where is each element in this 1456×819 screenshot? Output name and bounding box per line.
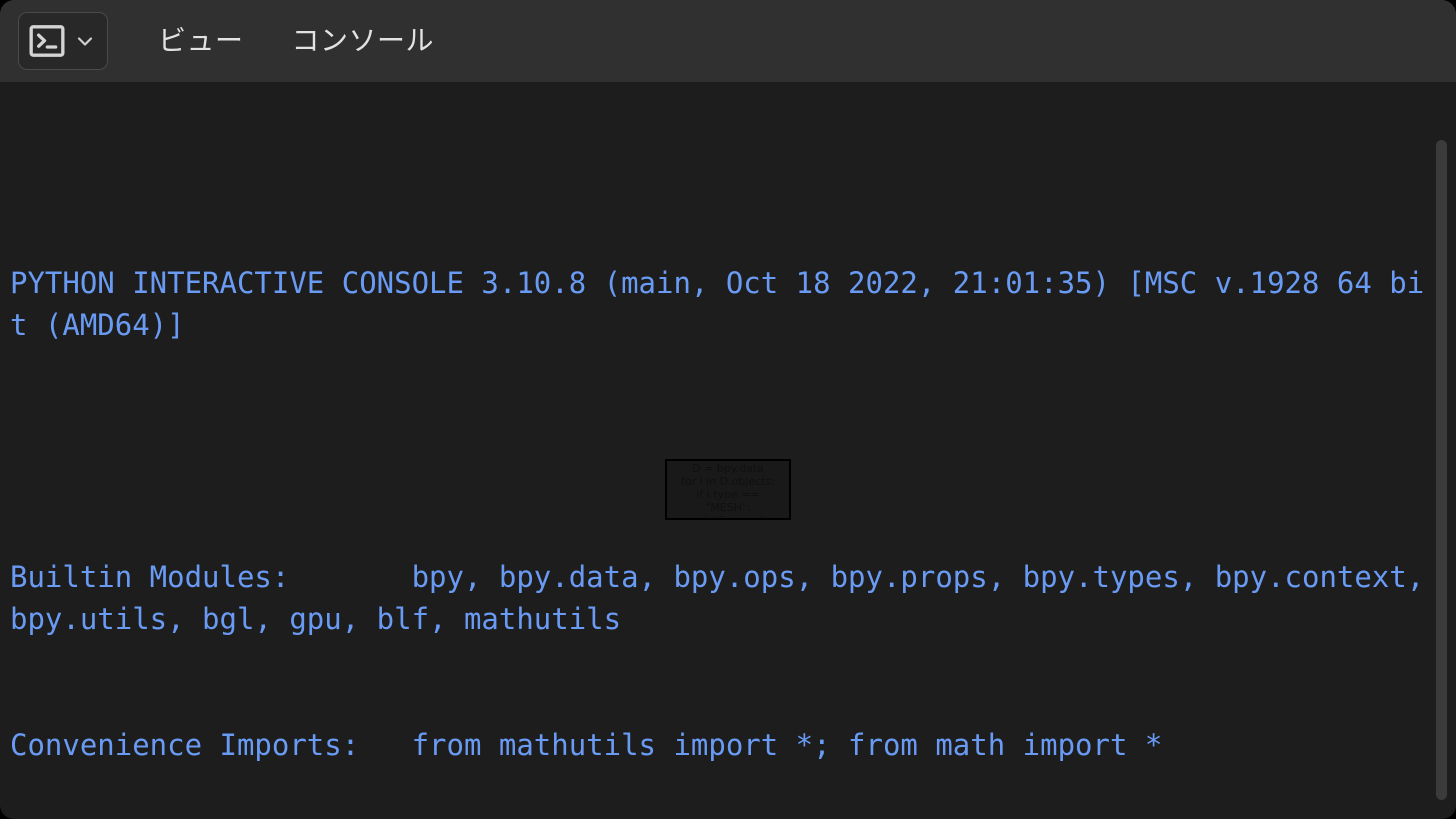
editor-header-bar: ビュー コンソール [0,0,1456,82]
editor-menu-bar: ビュー コンソール [152,21,440,61]
overlay-line: "MESH": [705,501,751,514]
console-text-content: PYTHON INTERACTIVE CONSOLE 3.10.8 (main,… [10,94,1434,819]
overlay-line: for i in D.objects: [681,475,775,488]
code-snippet-overlay: D = bpy.data for i in D.objects: if i.ty… [665,459,791,520]
console-banner-imports: Convenience Imports: from mathutils impo… [10,728,1163,762]
app-root: ビュー コンソール PYTHON INTERACTIVE CONSOLE 3.1… [0,0,1456,819]
vertical-scrollbar-thumb[interactable] [1436,140,1447,800]
vertical-scrollbar-track[interactable] [1436,82,1452,819]
menu-item-console[interactable]: コンソール [286,21,441,61]
console-banner-modules: Builtin Modules: bpy, bpy.data, bpy.ops,… [10,560,1442,636]
overlay-line: if i.type == [696,488,760,501]
console-editor-panel: ビュー コンソール PYTHON INTERACTIVE CONSOLE 3.1… [0,0,1456,819]
chevron-down-icon [73,29,97,53]
editor-type-selector[interactable] [18,12,108,70]
console-output-area[interactable]: PYTHON INTERACTIVE CONSOLE 3.10.8 (main,… [0,82,1456,819]
console-banner-version: PYTHON INTERACTIVE CONSOLE 3.10.8 (main,… [10,266,1425,342]
menu-item-view[interactable]: ビュー [152,21,250,61]
overlay-line: print(i.name) [667,514,789,518]
console-icon [27,21,67,61]
overlay-line: D = bpy.data [692,462,764,475]
